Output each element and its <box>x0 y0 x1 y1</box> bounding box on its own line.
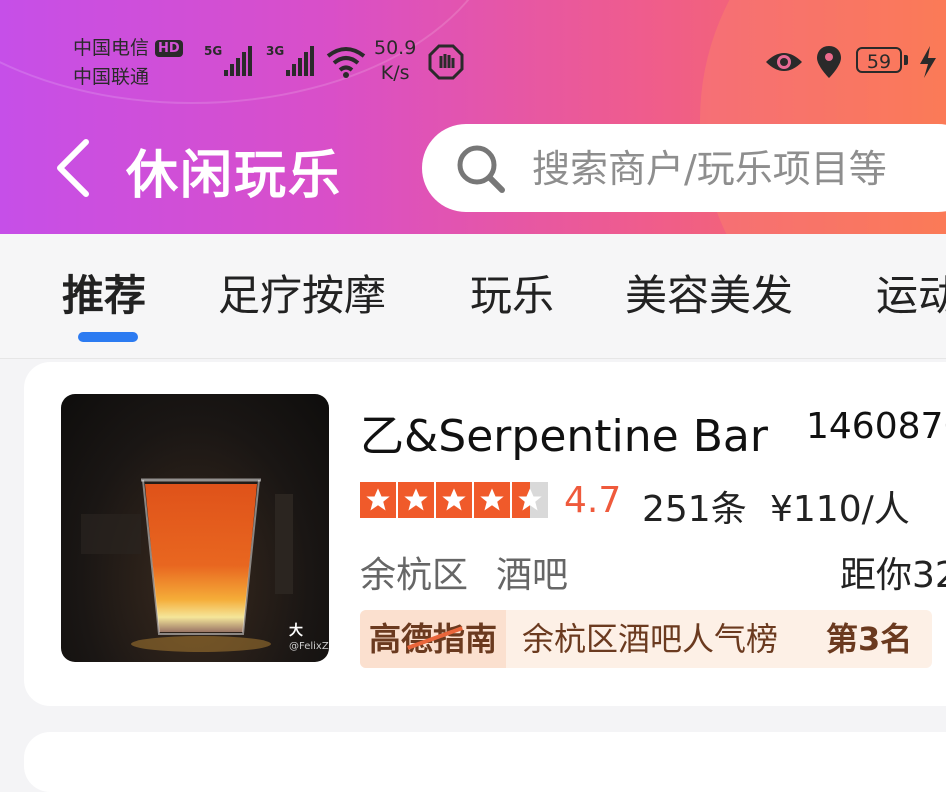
charging-icon <box>920 46 936 78</box>
page-title: 休闲玩乐 <box>126 146 343 206</box>
signal-5g-icon <box>224 44 252 76</box>
carrier-2: 中国联通 <box>73 66 150 88</box>
net-speed-unit: K/s <box>380 62 410 84</box>
star-icon <box>398 482 434 518</box>
signal-3g-icon <box>286 44 314 76</box>
tab-foot-massage[interactable]: 足疗按摩 <box>218 270 386 322</box>
tab-sports[interactable]: 运动 <box>876 270 946 322</box>
ranking-banner[interactable]: 高德指南 余杭区酒吧人气榜 第3名 <box>360 610 932 668</box>
photo-credit: @FelixZ <box>289 641 329 652</box>
status-bar: 中国电信 HD 中国联通 5G 3G 50.9 K/s 59 <box>0 30 946 100</box>
net-speed-value: 50.9 <box>374 37 417 59</box>
category-tabs: 推荐 足疗按摩 玩乐 美容美发 运动 <box>0 234 946 359</box>
merchant-number: 1460876 <box>806 406 946 447</box>
category-label: 酒吧 <box>496 555 569 596</box>
wifi-icon <box>326 47 366 78</box>
carrier-1: 中国电信 <box>73 37 150 59</box>
district-label: 余杭区 <box>360 555 469 596</box>
hand-icon <box>428 44 464 80</box>
price-per-person: ¥110/人 <box>770 489 910 530</box>
hd-badge: HD <box>155 40 183 57</box>
search-icon <box>457 145 505 193</box>
ranking-list-name: 余杭区酒吧人气榜 <box>522 620 779 658</box>
photo-watermark: 大 <box>289 623 303 639</box>
star-icon <box>474 482 510 518</box>
tab-recommend[interactable]: 推荐 <box>62 270 146 322</box>
search-input[interactable] <box>530 142 946 196</box>
half-star-icon <box>512 482 548 518</box>
back-arrow-icon[interactable] <box>50 138 94 198</box>
rating-score: 4.7 <box>564 480 622 521</box>
tab-entertainment[interactable]: 玩乐 <box>470 270 554 322</box>
search-bar[interactable] <box>422 124 946 212</box>
carrier-info: 中国电信 HD 中国联通 <box>73 34 183 92</box>
ranking-badge: 高德指南 <box>360 610 506 668</box>
distance-label: 距你32 <box>840 555 946 596</box>
merchant-name[interactable]: 乙&Serpentine Bar <box>360 400 768 464</box>
net-speed: 50.9 K/s <box>374 36 416 86</box>
merchant-photo[interactable]: 大 @FelixZ <box>61 394 329 662</box>
star-rating <box>360 482 548 518</box>
merchant-card-next[interactable] <box>24 732 946 792</box>
eye-icon <box>766 53 802 71</box>
signal-5g-label: 5G <box>204 44 223 58</box>
header: 中国电信 HD 中国联通 5G 3G 50.9 K/s 59 休闲玩乐 搜索商户… <box>0 0 946 234</box>
star-icon <box>436 482 472 518</box>
tab-beauty[interactable]: 美容美发 <box>625 270 793 322</box>
active-tab-indicator <box>78 332 138 342</box>
star-icon <box>360 482 396 518</box>
signal-3g-label: 3G <box>266 44 285 58</box>
battery-icon: 59 <box>856 47 908 73</box>
review-count: 251条 <box>642 489 747 530</box>
location-icon <box>817 46 841 78</box>
ranking-position: 第3名 <box>826 620 913 658</box>
